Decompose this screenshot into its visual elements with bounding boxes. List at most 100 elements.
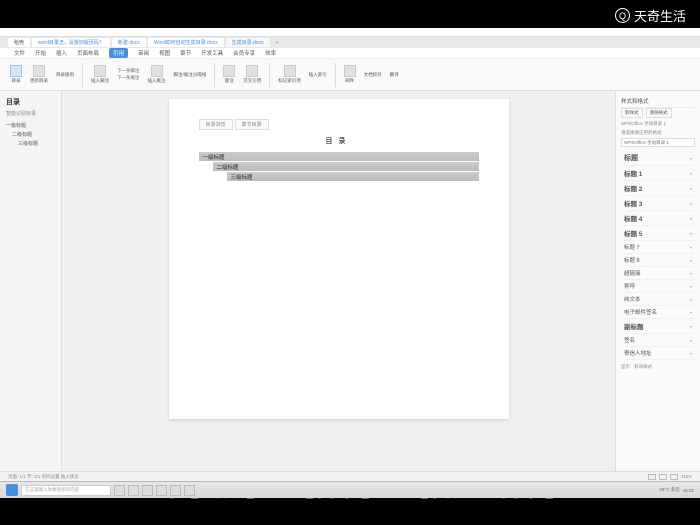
tab-doc4[interactable]: 生成目录.docx: [226, 38, 270, 47]
endnote-icon: [151, 65, 163, 77]
ribbon-toc-level[interactable]: 目录级别: [56, 72, 74, 78]
ribbon-insert-index[interactable]: 插入索引: [309, 72, 327, 78]
menu-file[interactable]: 文件: [14, 49, 25, 57]
weather-widget[interactable]: 29°C 多云: [659, 487, 679, 493]
style-item[interactable]: 超链接▾: [621, 267, 695, 280]
tab-doc2[interactable]: 新建 docx: [112, 38, 146, 47]
new-style-button[interactable]: 新样式: [621, 108, 643, 118]
clock[interactable]: 15:02: [683, 488, 694, 493]
taskbar-app-icon[interactable]: [128, 485, 139, 496]
ribbon-note-sep[interactable]: 脚注/尾注分隔线: [174, 72, 207, 78]
current-style-label: WPSOffice 手动目录 1: [621, 121, 695, 127]
style-item[interactable]: 标题 1▾: [621, 166, 695, 181]
menu-reference[interactable]: 引用: [109, 48, 128, 58]
menu-vip[interactable]: 会员专享: [233, 49, 255, 57]
view-mode-icon[interactable]: [670, 474, 678, 480]
watermark-text: 天奇生活: [634, 6, 686, 25]
ribbon-crossref[interactable]: 交叉引用: [243, 65, 261, 84]
style-item[interactable]: 标题▾: [621, 151, 695, 166]
style-item[interactable]: 标题 2▾: [621, 181, 695, 196]
style-item[interactable]: 标题 3▾: [621, 196, 695, 211]
tab-doc1[interactable]: word目录怎，设置旧版页码？: [32, 38, 110, 47]
start-button[interactable]: [6, 484, 18, 496]
tab-doc3[interactable]: Word如何自动生成目录.docx: [148, 38, 224, 47]
window-titlebar: [0, 28, 700, 37]
mark-icon: [284, 65, 296, 77]
system-tray: 29°C 多云 15:02: [659, 487, 694, 493]
style-item[interactable]: 电子邮件签名▾: [621, 306, 695, 319]
nav-title: 目录: [4, 95, 57, 109]
view-mode-icon[interactable]: [659, 474, 667, 480]
toc-entry-l3[interactable]: 三级标题: [227, 172, 479, 181]
style-item[interactable]: 副标题▾: [621, 319, 695, 334]
update-icon: [33, 65, 45, 77]
ribbon-next-footnote[interactable]: 下一条脚注: [117, 68, 140, 74]
style-search-input[interactable]: [621, 138, 695, 147]
taskbar-app-icon[interactable]: [142, 485, 153, 496]
ribbon-insert-endnote[interactable]: 插入尾注: [148, 65, 166, 84]
style-item[interactable]: 称呼▾: [621, 280, 695, 293]
nav-item-l2[interactable]: 二级标题: [4, 130, 57, 139]
taskbar-app-icon[interactable]: [114, 485, 125, 496]
taskbar-search[interactable]: 在这里输入你要搜索的内容: [21, 485, 111, 496]
desktop-screen: 稻壳 word目录怎，设置旧版页码？ 新建 docx Word如何自动生成目录.…: [0, 28, 700, 468]
view-mode-icon[interactable]: [648, 474, 656, 480]
ribbon-translate[interactable]: 翻译: [390, 72, 399, 78]
menu-efficiency[interactable]: 效率: [265, 49, 276, 57]
windows-taskbar: 在这里输入你要搜索的内容 29°C 多云 15:02: [0, 481, 700, 498]
ribbon-separator: [269, 63, 270, 87]
mail-icon: [344, 65, 356, 77]
toc-tab-chapter[interactable]: 章节目录: [235, 119, 269, 130]
crossref-icon: [246, 65, 258, 77]
ribbon-footnote-group: 下一条脚注 下一条尾注: [117, 68, 140, 81]
navigation-panel: 目录 智能识别目录 一级标题 二级标题 三级标题: [0, 91, 62, 471]
ribbon-mail[interactable]: 邮件: [344, 65, 356, 84]
menu-section[interactable]: 章节: [180, 49, 191, 57]
statusbar-info: 页面: 1/1 节: 1/1 页码设置 插入状态: [8, 474, 79, 480]
ribbon-toc[interactable]: 目录: [10, 65, 22, 84]
ribbon-update-toc[interactable]: 更新目录: [30, 65, 48, 84]
style-show-value[interactable]: 有效样式: [634, 364, 652, 370]
tab-home[interactable]: 稻壳: [8, 38, 30, 47]
taskbar-app-icon[interactable]: [184, 485, 195, 496]
toc-entry-l2[interactable]: 二级标题: [213, 162, 479, 171]
style-item[interactable]: 签名▾: [621, 334, 695, 347]
menu-home[interactable]: 开始: [35, 49, 46, 57]
nav-item-l1[interactable]: 一级标题: [4, 121, 57, 130]
nav-smart-toc[interactable]: 智能识别目录: [4, 109, 57, 118]
menu-review[interactable]: 审阅: [138, 49, 149, 57]
document-tabbar: 稻壳 word目录怎，设置旧版页码？ 新建 docx Word如何自动生成目录.…: [0, 37, 700, 48]
zoom-level[interactable]: 115%: [681, 474, 692, 479]
menu-dev[interactable]: 开发工具: [201, 49, 223, 57]
style-item[interactable]: 标题 7▾: [621, 241, 695, 254]
ribbon-doccheck[interactable]: 文档校对: [364, 72, 382, 78]
taskbar-app-icon[interactable]: [170, 485, 181, 496]
ribbon-menubar: 文件 开始 插入 页面布局 引用 审阅 视图 章节 开发工具 会员专享 效率: [0, 48, 700, 59]
ribbon-insert-footnote[interactable]: 插入脚注: [91, 65, 109, 84]
main-area: 目录 智能识别目录 一级标题 二级标题 三级标题 目录浏览 章节目录 目录 一级…: [0, 91, 700, 471]
tab-add[interactable]: +: [272, 39, 283, 47]
ribbon-mark-index[interactable]: 标记索引项: [278, 65, 301, 84]
toc-tab-browse[interactable]: 目录浏览: [199, 119, 233, 130]
ribbon-separator: [214, 63, 215, 87]
document-viewport[interactable]: 目录浏览 章节目录 目录 一级标题 二级标题 三级标题: [62, 91, 615, 471]
ribbon-next-endnote[interactable]: 下一条尾注: [117, 75, 140, 81]
menu-layout[interactable]: 页面布局: [77, 49, 99, 57]
toc-entry-l1[interactable]: 一级标题: [199, 152, 479, 161]
document-page[interactable]: 目录浏览 章节目录 目录 一级标题 二级标题 三级标题: [169, 99, 509, 419]
style-item[interactable]: 标题 8▾: [621, 254, 695, 267]
nav-item-l3[interactable]: 三级标题: [4, 139, 57, 148]
style-item[interactable]: 标题 5▾: [621, 226, 695, 241]
ribbon-caption[interactable]: 题注: [223, 65, 235, 84]
style-item[interactable]: 纯文本▾: [621, 293, 695, 306]
toc-heading: 目录: [199, 136, 479, 146]
menu-view[interactable]: 视图: [159, 49, 170, 57]
clear-format-button[interactable]: 清除格式: [646, 108, 672, 118]
style-item[interactable]: 标题 4▾: [621, 211, 695, 226]
statusbar: 页面: 1/1 节: 1/1 页码设置 插入状态 115%: [0, 471, 700, 481]
menu-insert[interactable]: 插入: [56, 49, 67, 57]
taskbar-app-icon[interactable]: [156, 485, 167, 496]
style-item[interactable]: 寄信人地址▾: [621, 347, 695, 360]
ribbon-separator: [335, 63, 336, 87]
ribbon-separator: [82, 63, 83, 87]
